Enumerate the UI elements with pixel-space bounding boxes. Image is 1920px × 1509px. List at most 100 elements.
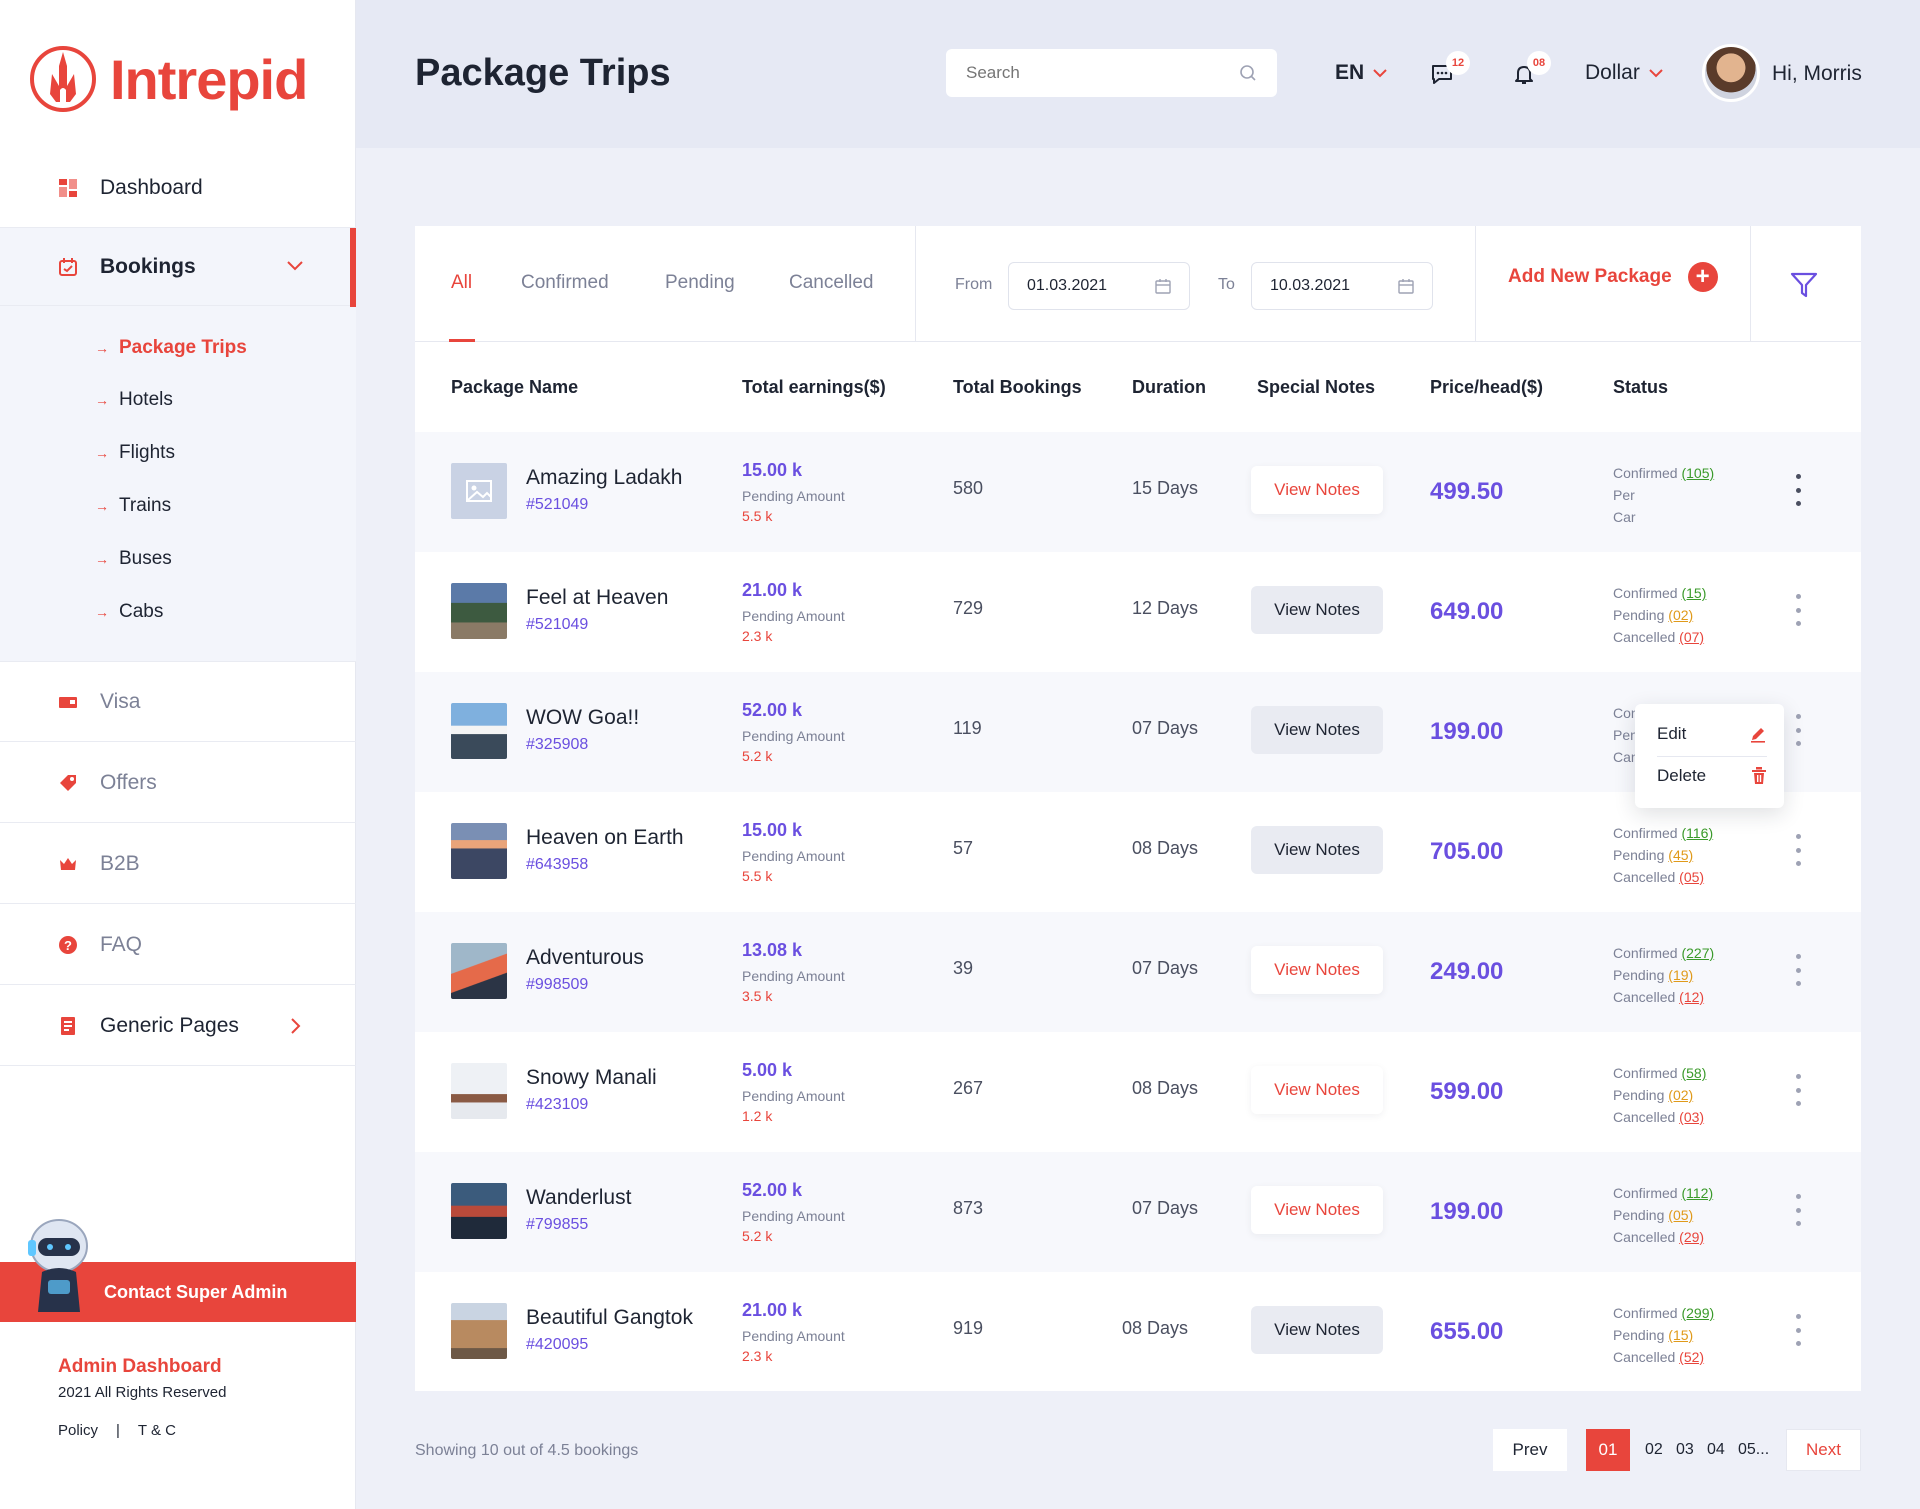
search-box[interactable] — [946, 49, 1277, 97]
sidebar-item-b2b[interactable]: B2B — [0, 824, 356, 904]
page-3-button[interactable]: 03 — [1676, 1441, 1694, 1459]
menu-divider — [1657, 756, 1767, 757]
status-pending: Pending (02) — [1613, 1084, 1706, 1106]
sidebar-item-offers[interactable]: Offers — [0, 743, 356, 823]
from-date-value: 01.03.2021 — [1027, 277, 1108, 294]
confirmed-count[interactable]: (58) — [1681, 1065, 1706, 1081]
more-options-icon[interactable] — [1793, 834, 1803, 866]
prev-page-button[interactable]: Prev — [1493, 1429, 1567, 1471]
table-row[interactable]: Amazing Ladakh #521049 15.00 k Pending Amou… — [415, 432, 1861, 552]
user-greeting[interactable]: Hi, Morris — [1772, 62, 1862, 86]
more-options-icon[interactable] — [1793, 1074, 1803, 1106]
package-name[interactable]: Feel at Heaven — [526, 586, 668, 610]
duration: 12 Days — [1132, 598, 1199, 618]
confirmed-count[interactable]: (15) — [1681, 585, 1706, 601]
table-row[interactable]: Beautiful Gangtok #420095 21.00 k Pending A… — [415, 1272, 1861, 1392]
more-options-icon[interactable] — [1793, 954, 1803, 986]
confirmed-count[interactable]: (112) — [1681, 1185, 1713, 1201]
pending-count[interactable]: (45) — [1668, 847, 1693, 863]
submenu-package-trips[interactable]: → Package Trips — [95, 337, 247, 359]
view-notes-button[interactable]: View Notes — [1251, 586, 1383, 634]
add-new-package-button[interactable]: Add New Package + — [1508, 262, 1718, 292]
more-options-icon[interactable] — [1793, 1194, 1803, 1226]
table-row[interactable]: Heaven on Earth #643958 15.00 k Pending Amo… — [415, 792, 1861, 912]
submenu-cabs[interactable]: → Cabs — [95, 601, 163, 623]
table-row[interactable]: Adventurous #998509 13.08 k Pending Amount 3… — [415, 912, 1861, 1032]
confirmed-count[interactable]: (227) — [1681, 945, 1714, 961]
pending-amount: 2.3 k — [742, 628, 773, 644]
page-1-button[interactable]: 01 — [1586, 1429, 1630, 1471]
sidebar-item-dashboard[interactable]: Dashboard — [0, 148, 356, 228]
pending-count[interactable]: (05) — [1668, 1207, 1693, 1223]
delete-menu-item[interactable]: Delete — [1657, 766, 1767, 786]
cancelled-count[interactable]: (52) — [1679, 1349, 1704, 1365]
sidebar-item-bookings[interactable]: Bookings — [0, 227, 356, 307]
language-select[interactable]: EN — [1335, 61, 1388, 85]
sidebar-item-visa[interactable]: Visa — [0, 662, 356, 742]
package-name[interactable]: Wanderlust — [526, 1186, 631, 1210]
pending-count[interactable]: (02) — [1668, 607, 1693, 623]
package-name[interactable]: Snowy Manali — [526, 1066, 657, 1090]
filter-icon[interactable] — [1790, 272, 1818, 298]
submenu-flights[interactable]: → Flights — [95, 442, 175, 464]
status-confirmed: Confirmed (105) — [1613, 462, 1714, 484]
from-date-input[interactable]: 01.03.2021 — [1008, 262, 1190, 310]
tab-all[interactable]: All — [451, 272, 472, 294]
package-name[interactable]: Amazing Ladakh — [526, 466, 682, 490]
tab-pending[interactable]: Pending — [665, 272, 735, 294]
view-notes-button[interactable]: View Notes — [1251, 826, 1383, 874]
page-4-button[interactable]: 04 — [1707, 1441, 1725, 1459]
cancelled-count[interactable]: (29) — [1679, 1229, 1704, 1245]
page-2-button[interactable]: 02 — [1645, 1441, 1663, 1459]
status-pending: Pending (02) — [1613, 604, 1706, 626]
view-notes-button[interactable]: View Notes — [1251, 1186, 1383, 1234]
pending-count[interactable]: (19) — [1668, 967, 1693, 983]
view-notes-button[interactable]: View Notes — [1251, 1066, 1383, 1114]
pending-count[interactable]: (02) — [1668, 1087, 1693, 1103]
table-row[interactable]: Snowy Manali #423109 5.00 k Pending Amount 1… — [415, 1032, 1861, 1152]
total-bookings: 873 — [953, 1198, 984, 1218]
view-notes-button[interactable]: View Notes — [1251, 466, 1383, 514]
avatar[interactable] — [1702, 44, 1760, 102]
terms-link[interactable]: T & C — [138, 1422, 176, 1439]
tab-cancelled[interactable]: Cancelled — [789, 272, 874, 294]
currency-select[interactable]: Dollar — [1585, 61, 1664, 85]
table-row[interactable]: Wanderlust #799855 52.00 k Pending Amount 5.… — [415, 1152, 1861, 1272]
package-name[interactable]: Adventurous — [526, 946, 644, 970]
package-name[interactable]: Heaven on Earth — [526, 826, 684, 850]
confirmed-count[interactable]: (116) — [1681, 825, 1713, 841]
confirmed-count[interactable]: (299) — [1681, 1305, 1714, 1321]
view-notes-button[interactable]: View Notes — [1251, 946, 1383, 994]
view-notes-button[interactable]: View Notes — [1251, 1306, 1383, 1354]
next-page-button[interactable]: Next — [1786, 1429, 1861, 1471]
logo[interactable]: Intrepid — [30, 46, 308, 112]
pending-count[interactable]: (15) — [1668, 1327, 1693, 1343]
cancelled-count[interactable]: (07) — [1679, 629, 1704, 645]
search-input[interactable] — [966, 63, 1206, 83]
package-name[interactable]: Beautiful Gangtok — [526, 1306, 693, 1330]
more-options-icon[interactable] — [1793, 594, 1803, 626]
sidebar-item-faq[interactable]: ? FAQ — [0, 905, 356, 985]
submenu-buses[interactable]: → Buses — [95, 548, 172, 570]
more-options-icon[interactable] — [1793, 474, 1803, 506]
submenu-hotels[interactable]: → Hotels — [95, 389, 173, 411]
table-row[interactable]: Feel at Heaven #521049 21.00 k Pending Amou… — [415, 552, 1861, 672]
sidebar-item-generic-pages[interactable]: Generic Pages — [0, 986, 356, 1066]
policy-link[interactable]: Policy — [58, 1422, 98, 1439]
to-date-input[interactable]: 10.03.2021 — [1251, 262, 1433, 310]
confirmed-count[interactable]: (105) — [1681, 465, 1714, 481]
edit-menu-item[interactable]: Edit — [1657, 724, 1767, 744]
more-options-icon[interactable] — [1793, 1314, 1803, 1346]
submenu-trains[interactable]: → Trains — [95, 495, 171, 517]
cancelled-count[interactable]: (05) — [1679, 869, 1704, 885]
package-name[interactable]: WOW Goa!! — [526, 706, 639, 730]
page-5-button[interactable]: 05... — [1738, 1441, 1769, 1459]
more-options-icon[interactable] — [1793, 714, 1803, 746]
total-bookings: 119 — [953, 718, 982, 738]
view-notes-button[interactable]: View Notes — [1251, 706, 1383, 754]
cancelled-count[interactable]: (03) — [1679, 1109, 1704, 1125]
status-label: Confirmed — [1613, 465, 1678, 481]
tab-confirmed[interactable]: Confirmed — [521, 272, 609, 294]
cancelled-count[interactable]: (12) — [1679, 989, 1704, 1005]
package-id: #325908 — [526, 736, 589, 753]
